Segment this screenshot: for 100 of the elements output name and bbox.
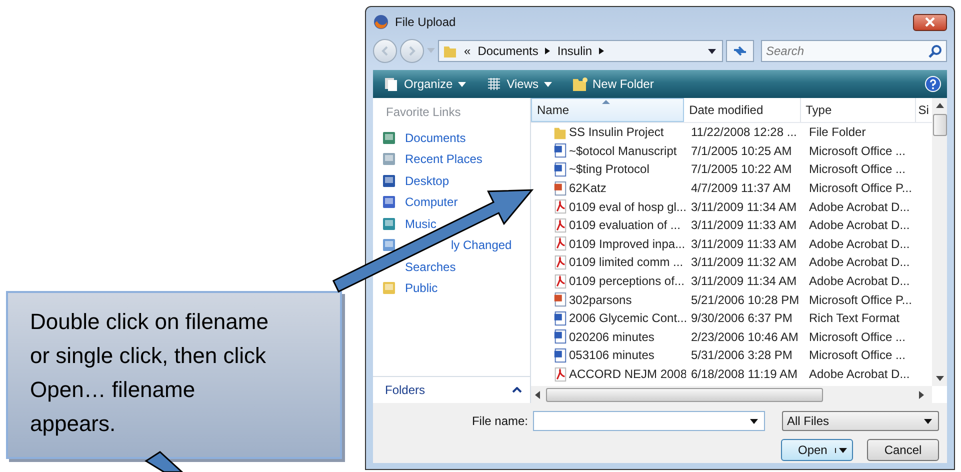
refresh-button[interactable] [726,40,754,62]
sidebar-link[interactable]: Searches [405,260,456,274]
search-field[interactable]: Search [761,40,947,62]
document-icon [553,274,567,289]
close-button[interactable] [913,14,947,30]
type-cell-text: Adobe Acrobat D... [808,198,911,216]
date-cell-text: 5/31/2006 3:28 PM [690,347,794,364]
chevron-icon[interactable] [545,47,550,55]
date-cell-text: 9/30/2006 6:37 PM [690,310,794,328]
scroll-thumb[interactable] [932,114,946,136]
scroll-up-icon[interactable] [936,103,944,108]
toolbar-button[interactable]: New Folder [568,76,658,92]
type-cell-text: Rich Text Format [808,310,900,328]
address-bar[interactable]: « Documents Insulin [438,40,723,62]
open-button[interactable]: Open [781,439,853,461]
location-icon[interactable] [381,237,397,254]
scroll-thumb[interactable] [546,388,823,402]
dropdown-icon [924,418,932,424]
type-cell-text: File Folder [808,124,867,142]
horizontal-scrollbar[interactable] [531,386,932,403]
document-icon [553,329,567,344]
callout-note: Double click on filename or single click, then click Open… filename appears. [6,291,342,459]
file-name-cell[interactable]: 0109 evaluation of ... [531,216,686,235]
document-icon [553,236,567,252]
file-name-cell[interactable]: 020206 minutes [531,328,686,346]
file-name-cell[interactable]: 62Katz [531,178,686,198]
document-icon [553,254,567,270]
file-name-cell[interactable]: 0109 eval of hosp gl... [531,197,686,216]
scroll-right-icon[interactable] [919,390,924,398]
dropdown-icon[interactable] [750,419,758,424]
file-name-field[interactable] [533,411,765,431]
column-header[interactable]: Name [531,98,684,122]
sidebar-link[interactable]: Computer [405,195,458,210]
scroll-left-icon[interactable] [535,390,540,398]
column-header[interactable]: Type [800,98,916,122]
document-icon [553,348,567,363]
refresh-icon [733,45,747,57]
date-cell-text: 3/11/2009 11:32 AM [690,254,798,272]
chevron-icon[interactable] [599,47,604,55]
document-icon [553,180,567,196]
type-cell-text: Microsoft Office ... [808,161,906,178]
overflow-chevron[interactable]: « [464,44,471,58]
folder-icon [443,44,457,58]
new-folder-icon [572,76,588,92]
document-icon [553,218,567,233]
file-name-label: File name: [472,414,528,428]
type-cell-text: Adobe Acrobat D... [808,366,911,384]
sort-arrow-icon [602,100,610,104]
file-name-cell[interactable]: 2006 Glycemic Cont... [531,308,686,328]
caret-icon [458,82,466,86]
date-cell-text: 11/22/2008 12:28 ... [690,124,798,142]
sidebar-link[interactable]: Recent Places [405,152,482,166]
folders-toggle[interactable]: Folders [385,383,426,397]
type-cell-text: Adobe Acrobat D... [808,236,911,253]
breadcrumb[interactable]: Documents [478,44,538,58]
section-heading: Favorite Links [385,104,462,121]
dropdown-icon[interactable] [708,48,716,54]
date-cell-text: 6/18/2008 11:19 AM [690,366,799,384]
type-cell-text: Microsoft Office P... [808,180,913,198]
file-name-cell[interactable]: 0109 limited comm ... [531,253,686,272]
type-cell-text: Adobe Acrobat D... [808,254,911,272]
location-icon[interactable] [381,172,397,189]
file-name-cell[interactable]: ~$ting Protocol [531,160,686,179]
file-name-cell[interactable]: SS Insulin Project [531,123,686,142]
sidebar-link[interactable]: Desktop [405,174,450,188]
grid-icon [486,76,502,92]
type-cell-text: Microsoft Office P... [808,292,913,309]
file-name-cell[interactable]: 302parsons [531,290,686,309]
breadcrumb[interactable]: Insulin [557,44,592,58]
type-cell-text: Microsoft Office ... [808,142,906,160]
pointer-arrow [144,451,184,472]
sidebar-link[interactable]: Music [405,216,436,231]
toolbar-button[interactable]: Organize [379,76,470,92]
date-cell-text: 5/21/2006 10:28 PM [690,292,800,309]
date-cell-text: 3/11/2009 11:33 AM [690,236,798,253]
sidebar-link[interactable]: Public [405,281,438,296]
close-icon [925,17,935,27]
column-header[interactable]: Si [916,98,932,122]
pages-icon [383,76,399,92]
file-name-cell[interactable]: 0109 Improved inpa... [531,234,686,254]
document-icon [553,310,567,326]
sidebar-link[interactable]: ly Changed [451,238,512,252]
file-name-cell[interactable]: 053106 minutes [531,346,686,365]
toolbar-button[interactable]: Views [482,76,556,92]
caret-icon[interactable] [512,387,522,393]
help-icon[interactable] [925,76,941,92]
file-name-cell[interactable]: 0109 perceptions of... [531,272,686,290]
scroll-down-icon[interactable] [936,376,944,381]
sidebar-link[interactable]: Documents [405,130,466,145]
column-header[interactable]: Date modified [684,98,801,122]
date-cell-text: 3/11/2009 11:34 AM [690,198,798,216]
search-icon[interactable] [928,44,942,59]
vertical-scrollbar[interactable] [932,98,947,386]
document-icon [553,366,567,382]
type-cell-text: Microsoft Office ... [808,347,906,364]
document-icon [553,143,567,158]
file-name-cell[interactable]: ~$otocol Manuscript [531,142,686,160]
cancel-button[interactable]: Cancel [867,439,939,461]
type-cell-text: Microsoft Office ... [808,328,906,346]
file-type-dropdown[interactable]: All Files [782,411,939,431]
